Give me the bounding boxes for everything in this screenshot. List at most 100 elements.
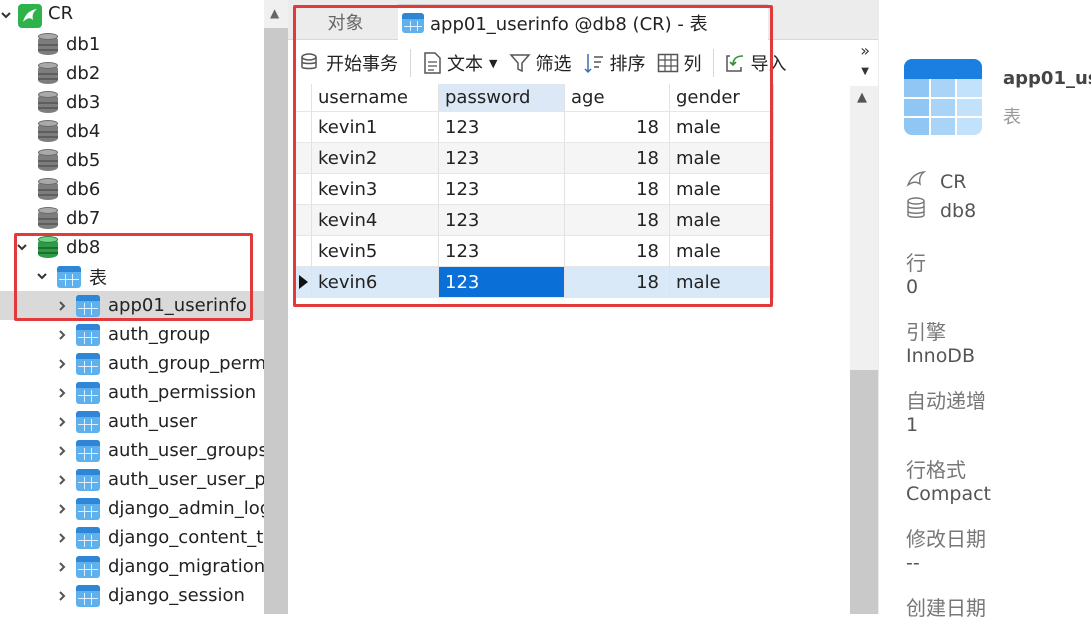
text-button[interactable]: 文本 ▼ [421,48,497,78]
begin-transaction-button[interactable]: 开始事务 [300,48,398,78]
grid-cell[interactable]: 18 [565,267,670,298]
grid-cell[interactable]: male [670,174,774,205]
tree-table-item[interactable]: django_content_ty [76,523,264,552]
toolbar-label: 筛选 [535,54,572,75]
grid-scrollbar[interactable]: ▲ [850,86,878,614]
chevron-down-icon[interactable] [34,268,50,284]
grid-cell[interactable]: kevin6 [312,267,439,298]
table-label: django_admin_log [108,498,264,519]
grid-cell[interactable]: 123 [439,236,565,267]
chevron-right-icon[interactable] [54,327,70,343]
tree-db-item-open[interactable]: db8 [38,233,100,262]
grid-cell[interactable]: kevin1 [312,112,439,143]
database-icon [38,177,58,202]
tree-db-item[interactable]: db5 [38,146,100,175]
tree-db-item[interactable]: db1 [38,30,100,59]
table-label: django_session [108,585,245,606]
table-icon [76,584,100,607]
sort-icon [583,52,605,74]
grid-cell[interactable]: male [670,236,774,267]
tree-db-item[interactable]: db6 [38,175,100,204]
grid-cell[interactable]: 18 [565,174,670,205]
table-row[interactable]: kevin5 123 18 male [294,236,774,267]
grid-cell[interactable]: male [670,205,774,236]
tree-db-item[interactable]: db7 [38,204,100,233]
tree-table-item[interactable]: app01_userinfo [76,291,247,320]
chevron-right-icon[interactable] [54,501,70,517]
chevron-right-icon[interactable] [54,588,70,604]
grid-cell[interactable]: 123 [439,143,565,174]
table-icon [57,265,81,288]
tree-table-item[interactable]: django_migration [76,552,264,581]
grid-cell[interactable]: kevin5 [312,236,439,267]
grid-cell[interactable]: 123 [439,205,565,236]
columns-button[interactable]: 列 [657,48,701,78]
modified-date-value: -- [906,552,920,574]
chevron-right-icon[interactable] [54,385,70,401]
tree-tables-group[interactable]: 表 [57,262,107,291]
tree-table-item[interactable]: auth_user_user_pe [76,465,264,494]
scroll-up-icon[interactable]: ▲ [270,6,279,20]
chevron-right-icon[interactable] [54,472,70,488]
tree-db-item[interactable]: db4 [38,117,100,146]
column-header[interactable]: username [312,84,439,112]
tree-table-item[interactable]: auth_user [76,407,197,436]
toolbar-overflow-icon[interactable]: » ▼ [860,42,870,81]
tree-table-item[interactable]: auth_group_perm [76,349,264,378]
tree-table-item[interactable]: auth_user_groups [76,436,264,465]
chevron-right-icon[interactable] [54,356,70,372]
tab-objects[interactable]: 对象 [298,4,393,40]
chevron-down-icon[interactable] [0,7,14,23]
chevron-right-icon[interactable] [54,443,70,459]
filter-button[interactable]: 筛选 [509,48,571,78]
chevron-right-icon[interactable] [54,414,70,430]
table-row[interactable]: kevin1 123 18 male [294,112,774,143]
grid-cell[interactable]: 18 [565,112,670,143]
table-row[interactable]: kevin4 123 18 male [294,205,774,236]
grid-cell[interactable]: 123 [439,112,565,143]
tree-table-item[interactable]: auth_permission [76,378,256,407]
dropdown-caret-icon[interactable]: ▼ [489,57,497,70]
database-open-icon [38,235,58,260]
grid-cell[interactable]: 18 [565,205,670,236]
grid-cell[interactable]: 18 [565,236,670,267]
chevron-down-icon[interactable] [14,239,30,255]
object-info-panel: app01_us 表 CR db8 行 0 引擎 InnoDB 自动递增 1 行… [878,0,1091,620]
table-row[interactable]: kevin2 123 18 male [294,143,774,174]
grid-cell[interactable]: male [670,267,774,298]
grid-cell[interactable]: male [670,112,774,143]
database-icon [906,197,930,224]
column-header[interactable]: gender [670,84,774,112]
chevron-right-icon[interactable] [54,530,70,546]
tree-db-item[interactable]: db3 [38,88,100,117]
scrollbar-thumb[interactable] [264,28,288,614]
grid-cell[interactable]: 18 [565,143,670,174]
tree-table-item[interactable]: auth_group [76,320,210,349]
database-icon [38,119,58,144]
grid-cell[interactable]: kevin4 [312,205,439,236]
row-format-value: Compact [906,483,991,505]
table-icon [76,381,100,404]
import-button[interactable]: 导入 [724,48,786,78]
grid-cell[interactable]: 123 [439,174,565,205]
chevron-right-icon[interactable] [54,559,70,575]
grid-cell[interactable]: male [670,143,774,174]
scroll-up-icon[interactable]: ▲ [857,90,867,105]
table-row[interactable]: kevin6 123 18 male [294,267,774,298]
grid-cell[interactable]: kevin3 [312,174,439,205]
tree-table-item[interactable]: django_session [76,581,245,610]
tree-table-item[interactable]: django_admin_log [76,494,264,523]
grid-cell[interactable]: 123 [439,267,565,298]
chevron-right-icon[interactable] [54,298,70,314]
column-header[interactable]: password [439,84,565,112]
toolbar-label: 排序 [609,54,646,75]
table-row[interactable]: kevin3 123 18 male [294,174,774,205]
tab-table-active[interactable]: app01_userinfo @db8 (CR) - 表 [398,4,768,40]
grid-cell[interactable]: kevin2 [312,143,439,174]
tree-db-item[interactable]: db2 [38,59,100,88]
column-header[interactable]: age [565,84,670,112]
sort-button[interactable]: 排序 [583,48,645,78]
tree-scrollbar[interactable]: ▲ [264,0,288,614]
table-label: auth_group [108,324,211,345]
scrollbar-thumb[interactable] [850,370,878,614]
